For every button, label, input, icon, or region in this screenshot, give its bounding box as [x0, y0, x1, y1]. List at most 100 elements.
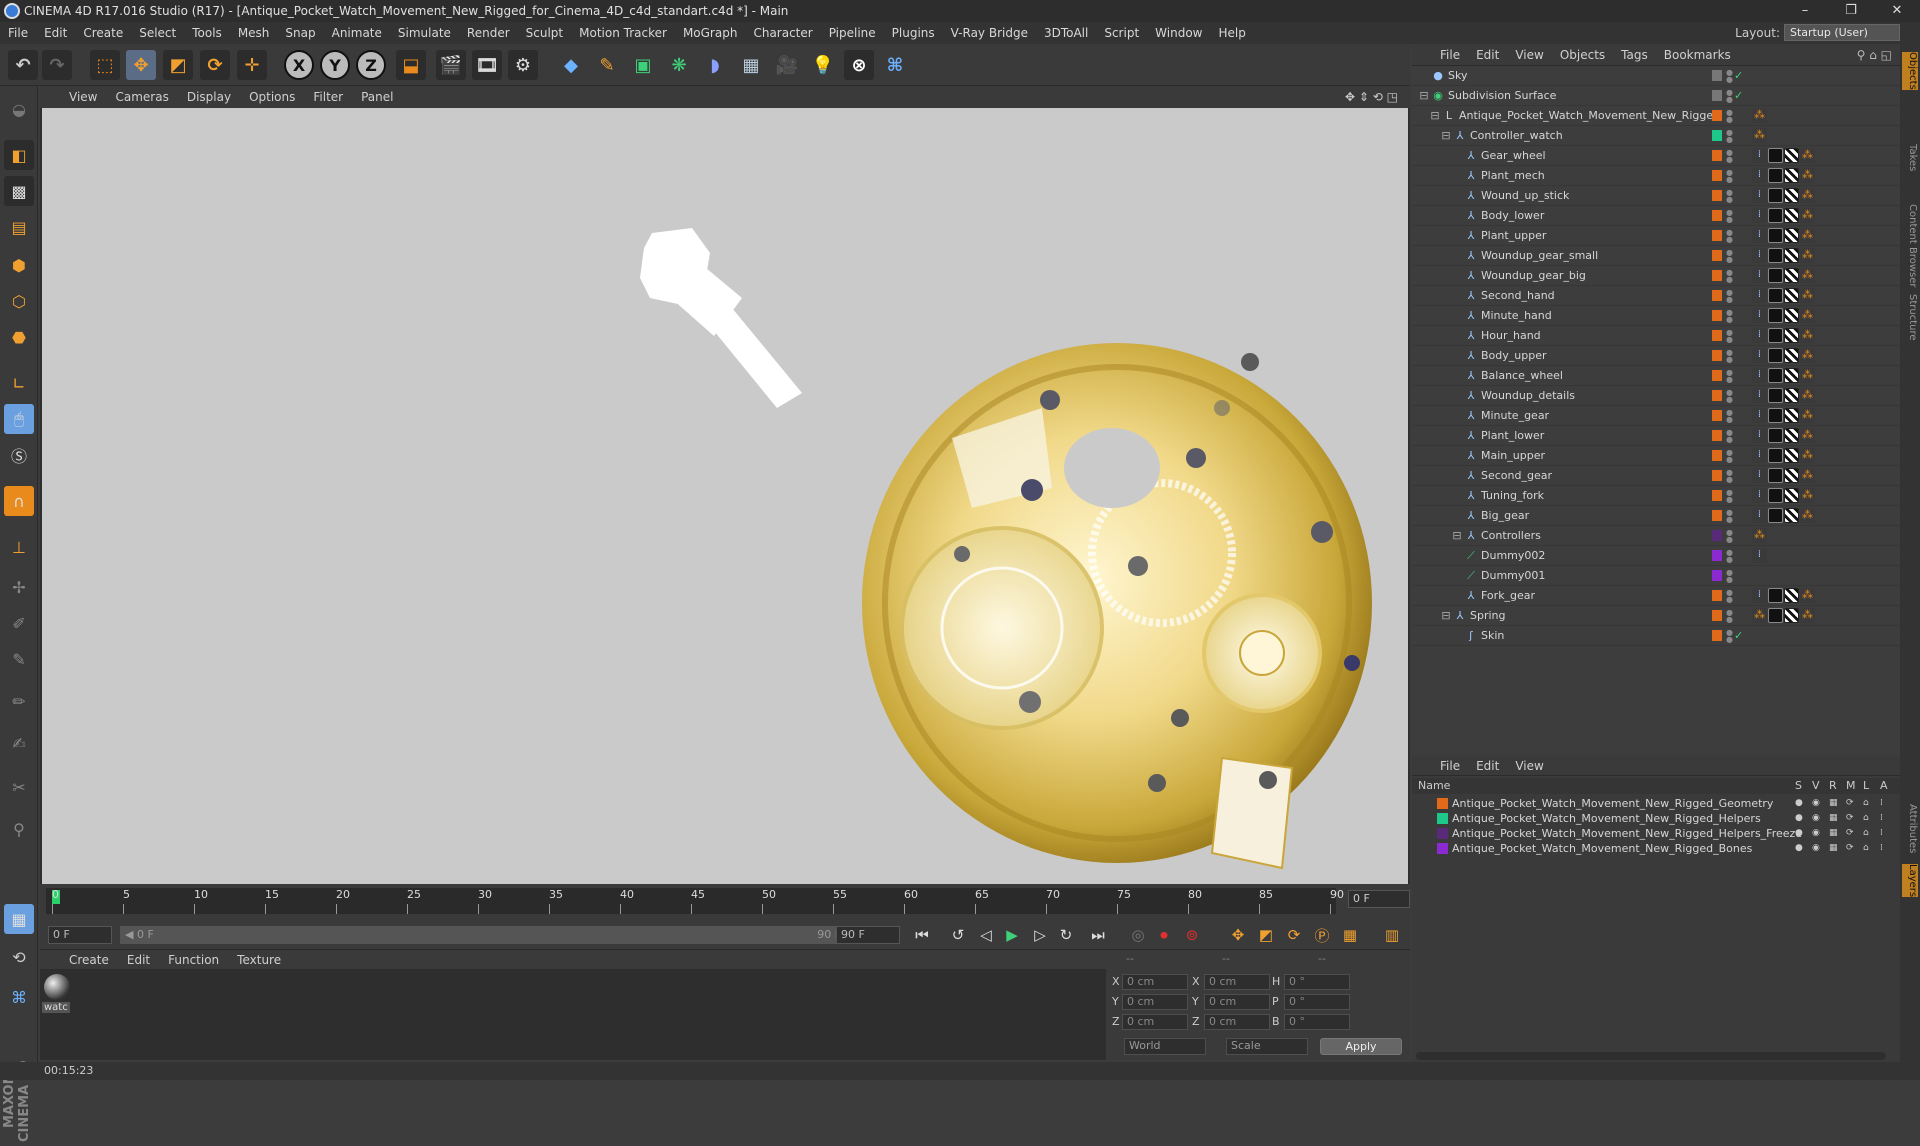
object-menu-bookmarks[interactable]: Bookmarks	[1656, 48, 1739, 62]
object-row[interactable]: ⅄ Woundup_gear_big ● ● ⁞ ⁂	[1412, 266, 1900, 286]
object-name[interactable]: Minute_gear	[1481, 409, 1549, 422]
side-tab-objects[interactable]: Objects	[1902, 52, 1918, 90]
symmetry-icon[interactable]: ⊥	[4, 532, 34, 562]
joint-weight-tag-icon[interactable]: ⁂	[1800, 388, 1815, 403]
menu-sculpt[interactable]: Sculpt	[518, 26, 571, 40]
light-icon[interactable]: 💡	[808, 50, 838, 80]
joint-weight-tag-icon[interactable]: ⁂	[1800, 208, 1815, 223]
object-row[interactable]: ⊟ ⅄ Controller_watch ● ● ⁂	[1412, 126, 1900, 146]
layer-row[interactable]: Antique_Pocket_Watch_Movement_New_Rigged…	[1412, 826, 1900, 841]
layer-horizontal-scrollbar[interactable]	[1416, 1052, 1886, 1060]
object-row[interactable]: ⟋ Dummy001 ● ●	[1412, 566, 1900, 586]
layer-color-swatch[interactable]	[1712, 610, 1722, 621]
object-name[interactable]: Tuning_fork	[1481, 489, 1544, 502]
visibility-dots[interactable]: ● ●	[1726, 329, 1733, 344]
sculpt-pull-icon[interactable]: ✐	[4, 608, 34, 638]
object-menu-objects[interactable]: Objects	[1552, 48, 1613, 62]
joint-weight-tag-icon[interactable]: ⁂	[1800, 228, 1815, 243]
visibility-dots[interactable]: ● ●	[1726, 209, 1733, 224]
sculpt-smooth-icon[interactable]: ✎	[4, 644, 34, 674]
uv-grid-icon[interactable]: ▦	[4, 904, 34, 934]
texture-tag-icon[interactable]	[1784, 268, 1799, 283]
material-tag-icon[interactable]	[1768, 168, 1783, 183]
texture-tag-icon[interactable]	[1784, 328, 1799, 343]
deformer-icon[interactable]: ◗	[700, 50, 730, 80]
spring-tag-icon[interactable]: ⁂	[1800, 608, 1815, 623]
viewport-menu-view[interactable]: View	[60, 90, 106, 104]
ik-tag-icon[interactable]: ⁞	[1752, 488, 1767, 503]
joint-weight-tag-icon[interactable]: ⁂	[1800, 268, 1815, 283]
texture-tag-icon[interactable]	[1784, 228, 1799, 243]
record-key-icon[interactable]: ⏺	[1152, 924, 1176, 946]
visibility-dots[interactable]: ● ●	[1726, 109, 1733, 124]
joint-weight-tag-icon[interactable]: ⁂	[1800, 188, 1815, 203]
visibility-dots[interactable]: ● ●	[1726, 629, 1733, 644]
material-tag-icon[interactable]	[1768, 308, 1783, 323]
material-tag-icon[interactable]	[1768, 468, 1783, 483]
animation-toggle-icon[interactable]: ⁞	[1880, 813, 1891, 824]
uv-rotate-icon[interactable]: ⟲	[4, 942, 34, 972]
lock-toggle-icon[interactable]: ⌂	[1863, 798, 1874, 809]
layer-color-swatch[interactable]	[1712, 130, 1722, 141]
coord-space-dropdown[interactable]: World	[1124, 1038, 1206, 1055]
joint-weight-tag-icon[interactable]: ⁂	[1800, 248, 1815, 263]
layout-dropdown[interactable]: Startup (User)	[1784, 24, 1900, 41]
menu-select[interactable]: Select	[131, 26, 184, 40]
joint-weight-tag-icon[interactable]: ⁂	[1800, 448, 1815, 463]
visibility-dots[interactable]: ● ●	[1726, 529, 1733, 544]
timeline-ruler[interactable]: 0 5 10 15 20 25 30 35 40 45 50 55 60 65 70 75 80 85 90	[46, 888, 1344, 914]
joint-weight-tag-icon[interactable]: ⁂	[1800, 368, 1815, 383]
viewport-nav-icons[interactable]: ✥ ⇕ ⟲ ◳	[1345, 90, 1398, 104]
layer-name[interactable]: Antique_Pocket_Watch_Movement_New_Rigged…	[1452, 842, 1752, 855]
ik-tag-icon[interactable]: ⁞	[1752, 548, 1767, 563]
material-tag-icon[interactable]	[1768, 348, 1783, 363]
menu-script[interactable]: Script	[1096, 26, 1147, 40]
layer-name[interactable]: Antique_Pocket_Watch_Movement_New_Rigged…	[1452, 812, 1761, 825]
layer-color-swatch[interactable]	[1712, 150, 1722, 161]
visibility-dots[interactable]: ● ●	[1726, 289, 1733, 304]
layer-color-swatch[interactable]	[1712, 370, 1722, 381]
material-menu-edit[interactable]: Edit	[118, 953, 159, 967]
side-tab-layers[interactable]: Layers	[1902, 864, 1918, 898]
layer-color-swatch[interactable]	[1712, 350, 1722, 361]
x-axis-lock[interactable]: X	[284, 50, 314, 80]
ik-tag-icon[interactable]: ⁞	[1752, 328, 1767, 343]
joint-weight-tag-icon[interactable]: ⁂	[1800, 168, 1815, 183]
layer-color-swatch[interactable]	[1712, 210, 1722, 221]
texture-tag-icon[interactable]	[1784, 428, 1799, 443]
texture-tag-icon[interactable]	[1784, 508, 1799, 523]
visibility-dots[interactable]: ● ●	[1726, 429, 1733, 444]
solo-toggle-icon[interactable]: ●	[1795, 798, 1806, 809]
object-row[interactable]: ⅄ Minute_gear ● ● ⁞ ⁂	[1412, 406, 1900, 426]
python-script-icon[interactable]: ⌘	[4, 982, 34, 1012]
visibility-dots[interactable]: ● ●	[1726, 169, 1733, 184]
object-name[interactable]: Gear_wheel	[1481, 149, 1546, 162]
layer-color-swatch[interactable]	[1712, 570, 1722, 581]
object-row[interactable]: ⅄ Wound_up_stick ● ● ⁞ ⁂	[1412, 186, 1900, 206]
texture-tag-icon[interactable]	[1784, 288, 1799, 303]
solo-toggle-icon[interactable]: ●	[1795, 813, 1806, 824]
texture-tag-icon[interactable]	[1784, 348, 1799, 363]
lock-toggle-icon[interactable]: ⌂	[1863, 828, 1874, 839]
end-frame-field[interactable]: 90 F	[836, 926, 900, 944]
joint-weight-tag-icon[interactable]: ⁂	[1800, 408, 1815, 423]
visibility-dots[interactable]: ● ●	[1726, 89, 1733, 104]
menu-file[interactable]: File	[0, 26, 36, 40]
texture-tag-icon[interactable]	[1784, 388, 1799, 403]
visibility-dots[interactable]: ● ●	[1726, 469, 1733, 484]
snapping-icon[interactable]: Ⓢ	[4, 440, 34, 470]
close-button[interactable]: ✕	[1874, 0, 1920, 22]
camera-icon[interactable]: 🎥	[772, 50, 802, 80]
object-name[interactable]: Plant_mech	[1481, 169, 1545, 182]
menu-simulate[interactable]: Simulate	[390, 26, 459, 40]
texture-tag-icon[interactable]	[1784, 188, 1799, 203]
viewport-menu-display[interactable]: Display	[178, 90, 240, 104]
material-tag-icon[interactable]	[1768, 488, 1783, 503]
visibility-dots[interactable]: ● ●	[1726, 589, 1733, 604]
view-toggle-icon[interactable]: ◉	[1812, 798, 1823, 809]
layer-color-swatch[interactable]	[1712, 390, 1722, 401]
animation-toggle-icon[interactable]: ⁞	[1880, 798, 1891, 809]
polygons-mode-icon[interactable]: ⬣	[4, 322, 34, 352]
joint-weight-tag-icon[interactable]: ⁂	[1800, 488, 1815, 503]
visibility-dots[interactable]: ● ●	[1726, 69, 1733, 84]
